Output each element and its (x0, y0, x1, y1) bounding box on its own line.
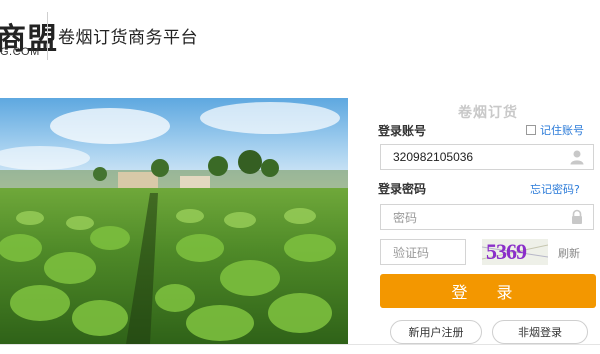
login-button[interactable]: 登 录 (380, 274, 596, 308)
forgot-password-link[interactable]: 忘记密码? (530, 181, 580, 197)
non-tobacco-login-button[interactable]: 非烟登录 (492, 320, 588, 344)
login-page: 商盟 G.COM 卷烟订货商务平台 卷烟订货 登录账号 记住账号 3209821… (0, 0, 600, 354)
account-input[interactable]: 320982105036 (380, 144, 594, 170)
logo-divider (47, 12, 48, 60)
register-button[interactable]: 新用户注册 (390, 320, 482, 344)
password-placeholder: 密码 (393, 210, 418, 225)
user-icon (570, 150, 584, 165)
captcha-text: 5369 (486, 239, 527, 264)
captcha-input[interactable]: 验证码 (380, 239, 466, 265)
header: 商盟 G.COM 卷烟订货商务平台 (0, 0, 600, 80)
account-value: 320982105036 (393, 150, 474, 164)
logo-domain: G.COM (0, 46, 40, 58)
captcha-image[interactable]: 5369 (482, 239, 548, 265)
login-panel-title: 卷烟订货 (458, 105, 518, 121)
password-input[interactable]: 密码 (380, 204, 594, 230)
remember-label[interactable]: 记住账号 (540, 122, 584, 138)
remember-account[interactable]: 记住账号 (526, 122, 584, 138)
banner-image (0, 98, 348, 344)
account-label: 登录账号 (378, 124, 427, 138)
site-title: 卷烟订货商务平台 (58, 28, 198, 48)
remember-checkbox[interactable] (526, 125, 536, 135)
login-panel: 卷烟订货 登录账号 记住账号 320982105036 登录密码 忘记密码? 密… (360, 98, 600, 354)
captcha-placeholder: 验证码 (393, 245, 430, 260)
lock-icon (572, 209, 582, 224)
bottom-divider (0, 344, 600, 345)
refresh-captcha-link[interactable]: 刷新 (558, 245, 580, 261)
password-label: 登录密码 (378, 182, 427, 196)
